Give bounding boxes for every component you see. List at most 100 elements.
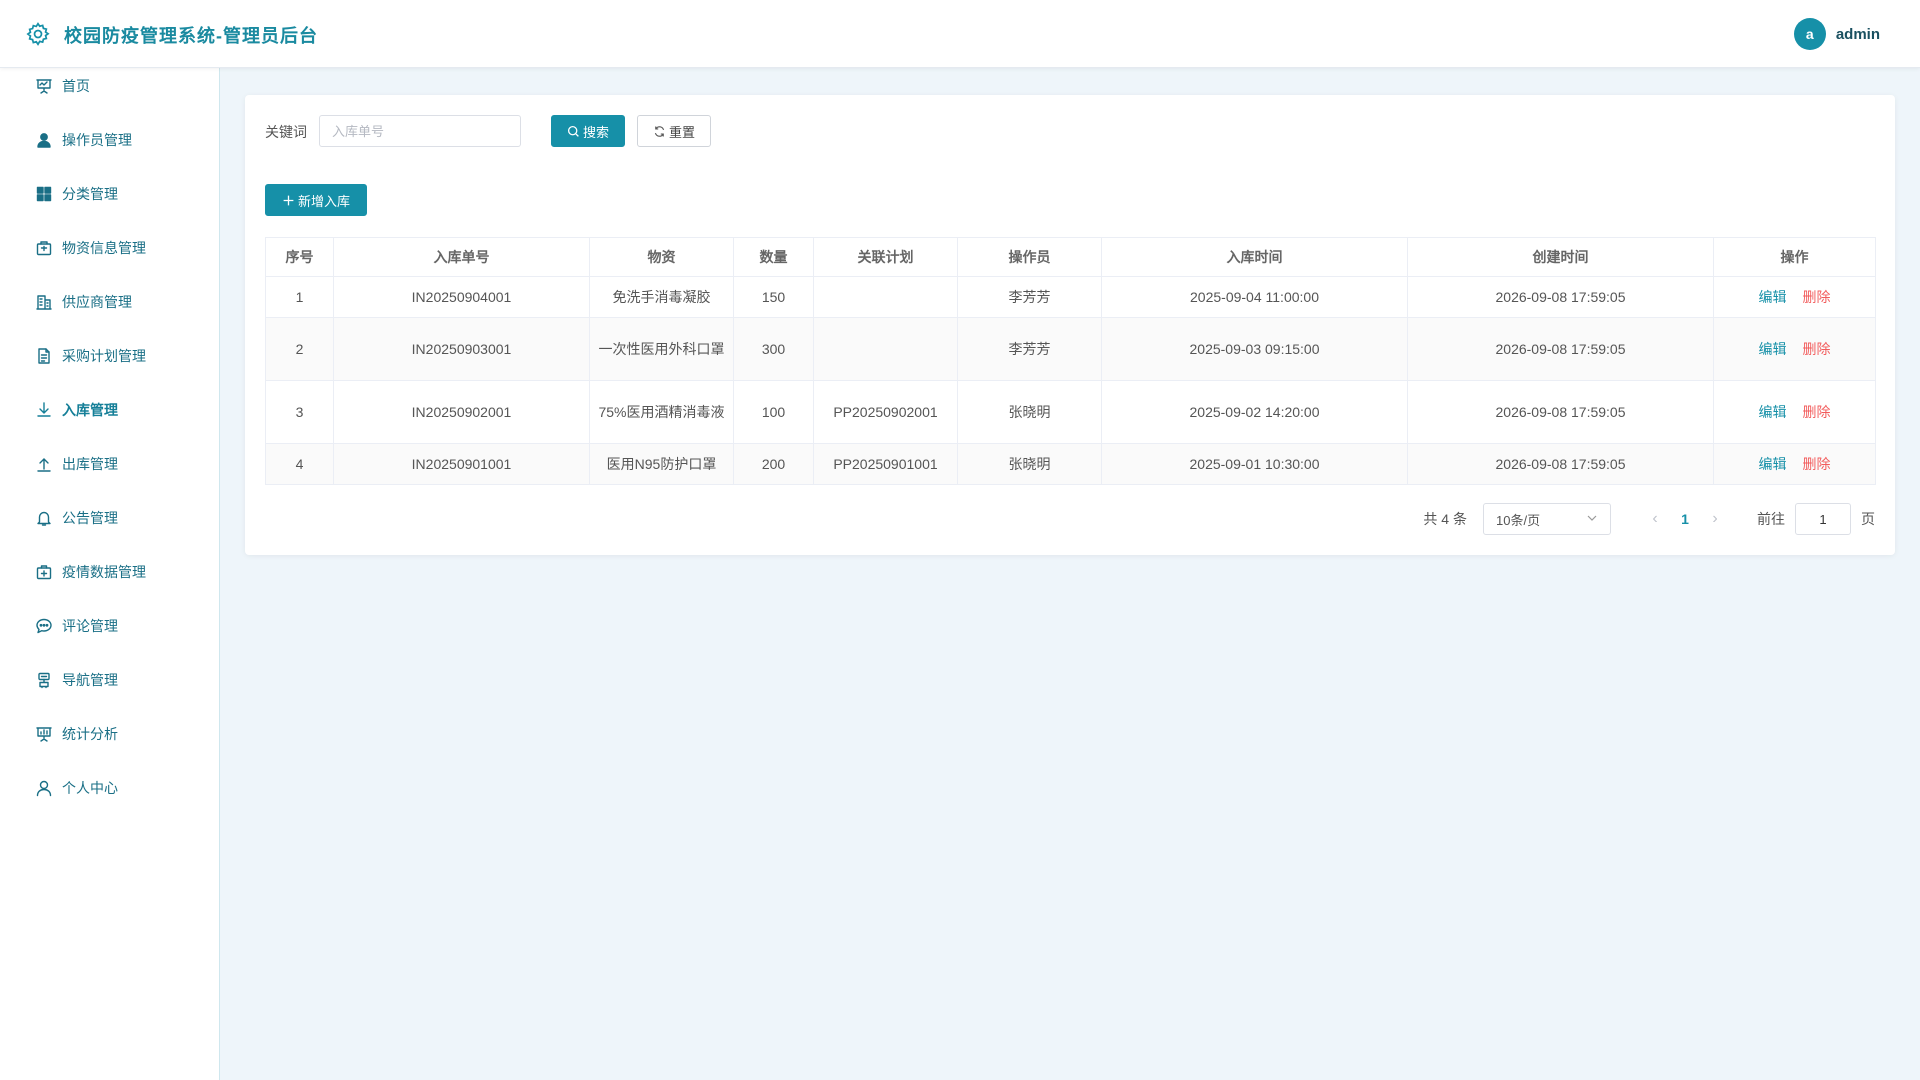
- inbound-table: 序号 入库单号 物资 数量 关联计划 操作员 入库时间 创建时间 操作 1 IN202509040…: [265, 237, 1876, 485]
- sidebar: 首页操作员管理分类管理物资信息管理供应商管理采购计划管理 入库管理出库管理公告管理…: [0, 68, 220, 1080]
- avatar[interactable]: a: [1793, 18, 1826, 50]
- column-header: 数量: [733, 237, 814, 277]
- sidebar-item-10[interactable]: 疫情数据管理: [0, 545, 220, 599]
- cell-actions: 编辑 删除: [1713, 443, 1876, 485]
- column-header: 入库单号: [333, 237, 590, 277]
- table-row: 3 IN20250902001 75%医用酒精消毒液 100 PP20250902001…: [265, 380, 1876, 444]
- cell-no: IN20250903001: [333, 317, 590, 381]
- cell-index: 1: [265, 276, 334, 318]
- reset-button[interactable]: 重置: [637, 115, 711, 147]
- sidebar-item-14[interactable]: 个人中心: [0, 761, 220, 815]
- sidebar-item-label: 入库管理: [62, 402, 118, 418]
- table-header-row: 序号 入库单号 物资 数量 关联计划 操作员 入库时间 创建时间 操作: [265, 237, 1876, 277]
- refresh-icon: [654, 125, 665, 137]
- sidebar-item-3[interactable]: 分类管理: [0, 167, 220, 221]
- sidebar-item-label: 统计分析: [62, 726, 118, 742]
- username[interactable]: admin: [1836, 26, 1880, 43]
- cell-qty: 150: [733, 276, 814, 318]
- page-suffix: 页: [1861, 511, 1875, 527]
- prev-page-button[interactable]: ‹: [1645, 510, 1665, 528]
- bell-icon: [35, 509, 53, 527]
- sidebar-item-6[interactable]: 采购计划管理: [0, 329, 220, 383]
- download-icon: [35, 401, 53, 419]
- cell-material: 75%医用酒精消毒液: [589, 380, 734, 444]
- delete-button[interactable]: 删除: [1803, 456, 1831, 472]
- building-icon: [35, 293, 53, 311]
- cell-actions: 编辑 删除: [1713, 317, 1876, 381]
- table-row: 1 IN20250904001 免洗手消毒凝胶 150 李芳芳 2025-09-04 11…: [265, 276, 1876, 318]
- cell-actions: 编辑 删除: [1713, 380, 1876, 444]
- edit-button[interactable]: 编辑: [1759, 289, 1787, 305]
- sidebar-item-label: 疫情数据管理: [62, 564, 146, 580]
- sidebar-item-7[interactable]: 入库管理: [0, 383, 220, 437]
- add-inbound-button[interactable]: 新增入库: [265, 184, 367, 216]
- cell-actions: 编辑 删除: [1713, 276, 1876, 318]
- sidebar-item-label: 首页: [62, 78, 90, 94]
- cell-in-time: 2025-09-03 09:15:00: [1101, 317, 1408, 381]
- sidebar-item-12[interactable]: 导航管理: [0, 653, 220, 707]
- delete-button[interactable]: 删除: [1803, 404, 1831, 420]
- cell-qty: 200: [733, 443, 814, 485]
- sidebar-item-4[interactable]: 物资信息管理: [0, 221, 220, 275]
- cell-created: 2026-09-08 17:59:05: [1407, 276, 1714, 318]
- search-icon: [567, 125, 579, 137]
- edit-button[interactable]: 编辑: [1759, 341, 1787, 357]
- goto-page-input[interactable]: [1795, 503, 1851, 535]
- cell-material: 一次性医用外科口罩: [589, 317, 734, 381]
- keyword-label: 关键词: [265, 124, 307, 140]
- cell-created: 2026-09-08 17:59:05: [1407, 317, 1714, 381]
- cell-operator: 李芳芳: [957, 317, 1102, 381]
- sidebar-item-label: 分类管理: [62, 186, 118, 202]
- grid-icon: [35, 185, 53, 203]
- user-menu[interactable]: a admin: [1793, 18, 1880, 50]
- cell-qty: 100: [733, 380, 814, 444]
- cell-index: 3: [265, 380, 334, 444]
- cell-no: IN20250902001: [333, 380, 590, 444]
- delete-button[interactable]: 删除: [1803, 289, 1831, 305]
- document-icon: [35, 347, 53, 365]
- goto-label: 前往: [1757, 511, 1785, 527]
- compass-icon: [35, 671, 53, 689]
- edit-button[interactable]: 编辑: [1759, 456, 1787, 472]
- keyword-search-input[interactable]: [319, 115, 521, 147]
- cell-in-time: 2025-09-02 14:20:00: [1101, 380, 1408, 444]
- column-header: 入库时间: [1101, 237, 1408, 277]
- table-row: 2 IN20250903001 一次性医用外科口罩 300 李芳芳 2025-09-03 …: [265, 317, 1876, 381]
- total-count: 共 4 条: [1423, 511, 1467, 527]
- cell-plan: PP20250901001: [813, 443, 958, 485]
- page-number-current[interactable]: 1: [1675, 511, 1695, 527]
- sidebar-item-5[interactable]: 供应商管理: [0, 275, 220, 329]
- chevron-down-icon: [1586, 512, 1598, 527]
- edit-button[interactable]: 编辑: [1759, 404, 1787, 420]
- sidebar-item-label: 个人中心: [62, 780, 118, 796]
- sidebar-item-13[interactable]: 统计分析: [0, 707, 220, 761]
- plus-icon: [283, 195, 294, 205]
- top-header: 校园防疫管理系统-管理员后台 a admin: [0, 0, 1920, 68]
- cell-index: 4: [265, 443, 334, 485]
- cell-created: 2026-09-08 17:59:05: [1407, 443, 1714, 485]
- sidebar-item-11[interactable]: 评论管理: [0, 599, 220, 653]
- cell-plan: [813, 317, 958, 381]
- sidebar-item-label: 供应商管理: [62, 294, 132, 310]
- chart-board-icon: [35, 725, 53, 743]
- page-size-select[interactable]: 10条/页: [1483, 503, 1611, 535]
- sidebar-item-label: 出库管理: [62, 456, 118, 472]
- cell-material: 免洗手消毒凝胶: [589, 276, 734, 318]
- next-page-button[interactable]: ›: [1705, 510, 1725, 528]
- delete-button[interactable]: 删除: [1803, 341, 1831, 357]
- cell-qty: 300: [733, 317, 814, 381]
- search-button[interactable]: 搜索: [551, 115, 625, 147]
- sidebar-item-label: 采购计划管理: [62, 348, 146, 364]
- column-header: 操作员: [957, 237, 1102, 277]
- gear-icon: [25, 21, 51, 47]
- column-header: 创建时间: [1407, 237, 1714, 277]
- cell-plan: PP20250902001: [813, 380, 958, 444]
- sidebar-item-9[interactable]: 公告管理: [0, 491, 220, 545]
- column-header: 关联计划: [813, 237, 958, 277]
- sidebar-item-8[interactable]: 出库管理: [0, 437, 220, 491]
- cell-plan: [813, 276, 958, 318]
- sidebar-item-2[interactable]: 操作员管理: [0, 113, 220, 167]
- pagination: 共 4 条 10条/页 ‹ 1 › 前往 页: [1423, 503, 1875, 535]
- cell-operator: 李芳芳: [957, 276, 1102, 318]
- cell-operator: 张晓明: [957, 443, 1102, 485]
